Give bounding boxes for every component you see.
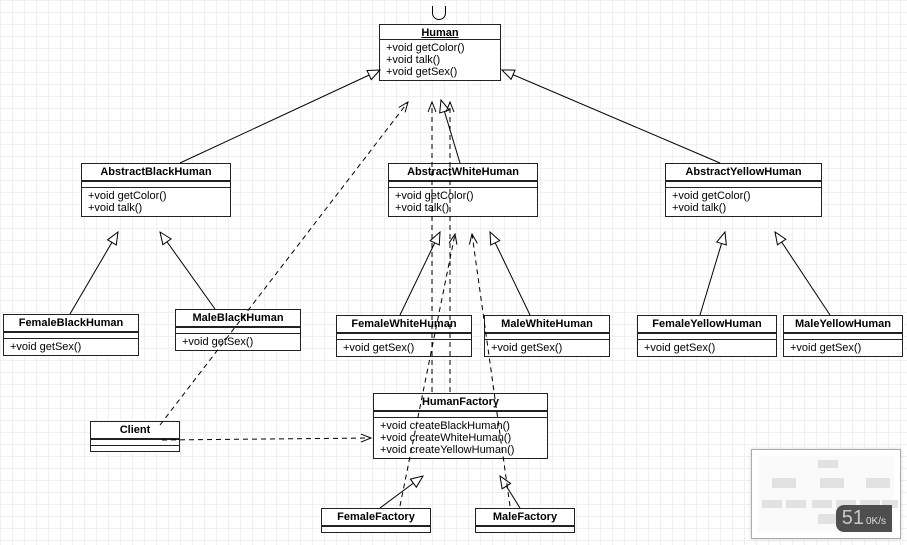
class-title: Human bbox=[380, 25, 500, 39]
class-female-yellow-human[interactable]: FemaleYellowHuman +void getSex() bbox=[637, 315, 777, 357]
class-title: FemaleYellowHuman bbox=[638, 316, 776, 333]
class-title: MaleFactory bbox=[476, 509, 574, 526]
class-title: MaleYellowHuman bbox=[784, 316, 902, 333]
class-title: FemaleWhiteHuman bbox=[337, 316, 471, 333]
class-male-black-human[interactable]: MaleBlackHuman +void getSex() bbox=[175, 309, 301, 351]
operation: +void getColor() bbox=[672, 190, 815, 202]
class-human[interactable]: Human +void getColor() +void talk() +voi… bbox=[379, 24, 501, 81]
operation: +void getSex() bbox=[343, 342, 465, 354]
class-female-factory[interactable]: FemaleFactory bbox=[321, 508, 431, 533]
class-male-white-human[interactable]: MaleWhiteHuman +void getSex() bbox=[484, 315, 610, 357]
operation: +void getSex() bbox=[790, 342, 896, 354]
class-title: FemaleBlackHuman bbox=[4, 315, 138, 332]
operation: +void createYellowHuman() bbox=[380, 444, 541, 456]
class-title: AbstractBlackHuman bbox=[82, 164, 230, 181]
operation: +void getSex() bbox=[491, 342, 603, 354]
class-human-factory[interactable]: HumanFactory +void createBlackHuman() +v… bbox=[373, 393, 548, 459]
uml-canvas[interactable]: Human +void getColor() +void talk() +voi… bbox=[0, 0, 907, 545]
network-speed-badge: 51 0K/s bbox=[836, 505, 892, 532]
class-title: AbstractWhiteHuman bbox=[389, 164, 537, 181]
class-male-yellow-human[interactable]: MaleYellowHuman +void getSex() bbox=[783, 315, 903, 357]
operation: +void createBlackHuman() bbox=[380, 420, 541, 432]
operation: +void talk() bbox=[395, 202, 531, 214]
class-abstract-yellow-human[interactable]: AbstractYellowHuman +void getColor() +vo… bbox=[665, 163, 822, 217]
class-title: Client bbox=[91, 422, 179, 439]
class-male-factory[interactable]: MaleFactory bbox=[475, 508, 575, 533]
operation: +void getColor() bbox=[395, 190, 531, 202]
interface-socket-icon bbox=[432, 6, 446, 20]
operation: +void talk() bbox=[386, 54, 494, 66]
operation: +void getSex() bbox=[644, 342, 770, 354]
class-client[interactable]: Client bbox=[90, 421, 180, 452]
class-title: MaleBlackHuman bbox=[176, 310, 300, 327]
minimap[interactable]: 51 0K/s bbox=[751, 449, 901, 539]
class-abstract-white-human[interactable]: AbstractWhiteHuman +void getColor() +voi… bbox=[388, 163, 538, 217]
attributes-empty bbox=[476, 526, 574, 532]
operation: +void getSex() bbox=[386, 66, 494, 78]
speed-value: 51 bbox=[842, 507, 864, 530]
class-title: AbstractYellowHuman bbox=[666, 164, 821, 181]
operation: +void createWhiteHuman() bbox=[380, 432, 541, 444]
attributes-empty bbox=[322, 526, 430, 532]
operations-empty bbox=[91, 445, 179, 451]
class-title: HumanFactory bbox=[374, 394, 547, 411]
class-female-white-human[interactable]: FemaleWhiteHuman +void getSex() bbox=[336, 315, 472, 357]
class-title: FemaleFactory bbox=[322, 509, 430, 526]
operation: +void getColor() bbox=[386, 42, 494, 54]
class-title: MaleWhiteHuman bbox=[485, 316, 609, 333]
class-female-black-human[interactable]: FemaleBlackHuman +void getSex() bbox=[3, 314, 139, 356]
operation: +void getSex() bbox=[10, 341, 132, 353]
operation: +void getColor() bbox=[88, 190, 224, 202]
operation: +void getSex() bbox=[182, 336, 294, 348]
operation: +void talk() bbox=[88, 202, 224, 214]
speed-unit: 0K/s bbox=[866, 516, 886, 527]
class-abstract-black-human[interactable]: AbstractBlackHuman +void getColor() +voi… bbox=[81, 163, 231, 217]
operation: +void talk() bbox=[672, 202, 815, 214]
